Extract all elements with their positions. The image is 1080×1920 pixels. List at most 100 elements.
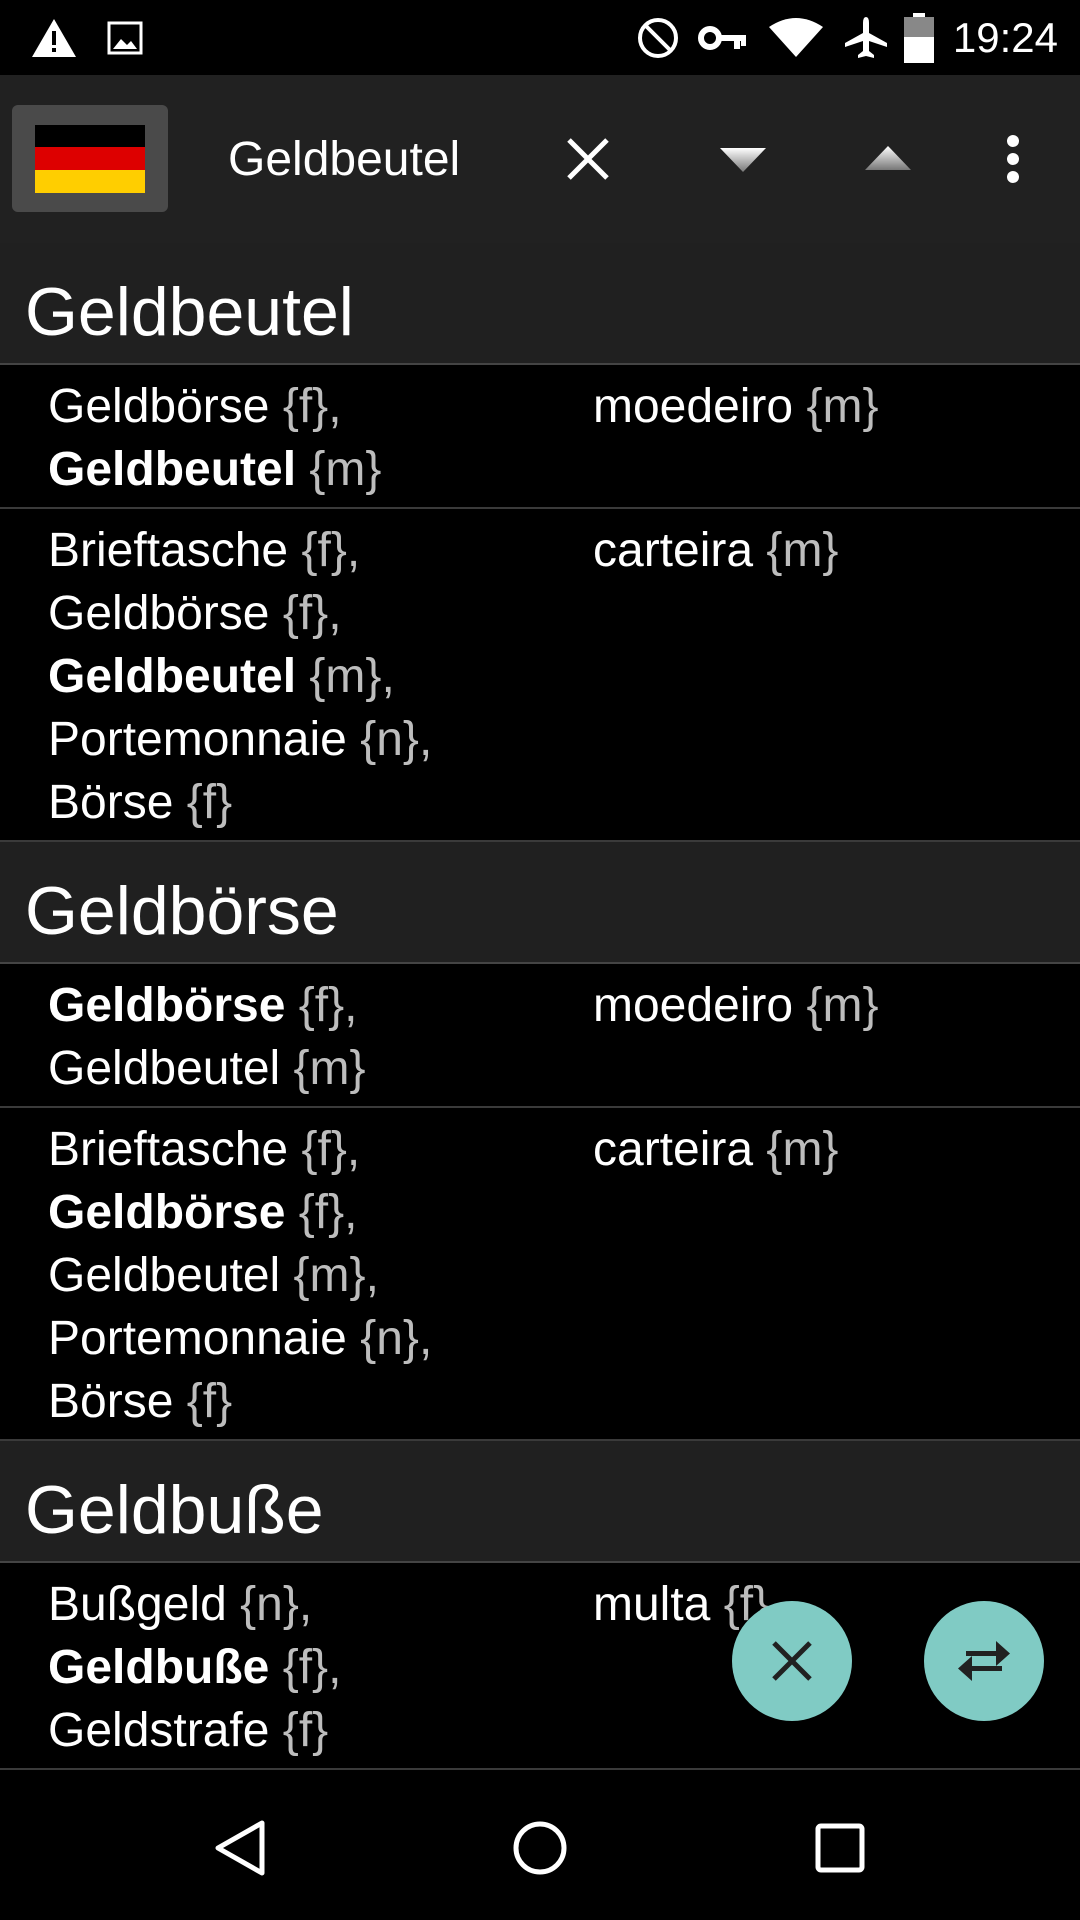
term-word: Geldbörse <box>48 587 270 640</box>
do-not-disturb-icon <box>633 0 683 75</box>
term-separator: , <box>418 713 433 766</box>
term-word: Geldbeutel <box>48 650 297 703</box>
german-terms: Brieftasche {f}, Geldbörse {f}, Geldbeutel… <box>0 1118 545 1433</box>
gender-tag: {f} <box>282 587 329 640</box>
term-word: Portemonnaie <box>48 1312 347 1365</box>
term-line: Geldbörse {f}, <box>48 375 545 438</box>
term-separator: , <box>328 587 342 640</box>
gender-tag: {n} <box>360 1312 419 1365</box>
gender-tag: {m} <box>293 1042 366 1095</box>
term-word: moedeiro <box>593 979 794 1032</box>
term-separator: , <box>418 1312 433 1365</box>
airplane-icon <box>842 0 890 75</box>
previous-up-icon <box>865 146 911 170</box>
back-button[interactable] <box>165 1775 315 1920</box>
more-options-icon <box>1007 135 1019 183</box>
clear-icon <box>567 138 609 180</box>
gender-tag: {m} <box>309 650 382 703</box>
close-icon <box>772 1641 812 1681</box>
term-line: Bußgeld {n}, <box>48 1573 545 1636</box>
term-word: carteira <box>593 1123 754 1176</box>
swap-languages-icon <box>958 1641 1010 1681</box>
search-input[interactable]: Geldbeutel <box>228 75 460 243</box>
translation-row[interactable]: Geldbörse {f}, Geldbeutel {m} moedeiro {m} <box>0 964 1080 1108</box>
term-separator: , <box>365 1249 379 1302</box>
term-word: Geldbuße <box>48 1641 270 1694</box>
recents-button[interactable] <box>765 1775 915 1920</box>
gender-tag: {m} <box>806 979 879 1032</box>
term-word: Brieftasche <box>48 1123 289 1176</box>
gender-tag: {f} <box>301 524 347 577</box>
gender-tag: {n} <box>240 1578 299 1631</box>
term-word: Geldbörse <box>48 1186 286 1239</box>
status-bar: 19:24 <box>0 0 1080 75</box>
term-line: Börse {f} <box>48 771 545 834</box>
term-word: moedeiro <box>593 380 794 433</box>
term-line: Geldbörse {f}, <box>48 582 545 645</box>
home-icon <box>513 1821 567 1874</box>
next-result-button[interactable] <box>688 75 798 243</box>
term-line: Geldstrafe {f} <box>48 1699 545 1762</box>
gender-tag: {m} <box>309 443 382 496</box>
term-word: multa <box>593 1578 711 1631</box>
gender-tag: {n} <box>360 713 419 766</box>
language-selector-button[interactable] <box>12 105 168 212</box>
term-word: Brieftasche <box>48 524 289 577</box>
results-list[interactable]: Geldbeutel Geldbörse {f}, Geldbeutel {m} mo… <box>0 243 1080 1775</box>
term-line: Portemonnaie {n}, <box>48 708 545 771</box>
term-word: Börse <box>48 1375 174 1428</box>
gender-tag: {f} <box>298 1186 345 1239</box>
term-line: Brieftasche {f}, <box>48 1118 545 1181</box>
portuguese-term: moedeiro {m} <box>545 375 1080 501</box>
term-word: carteira <box>593 524 754 577</box>
home-button[interactable] <box>465 1775 615 1920</box>
gender-tag: {m} <box>806 380 879 433</box>
term-word: Geldbeutel <box>48 1042 281 1095</box>
previous-result-button[interactable] <box>833 75 943 243</box>
clear-fab-button[interactable] <box>732 1601 852 1721</box>
term-line: Geldbörse {f}, <box>48 1181 545 1244</box>
term-line: Geldbeutel {m} <box>48 1037 545 1100</box>
translation-row[interactable]: Bußgeld {n}, Geldbuße {f}, Geldstrafe {f} m… <box>0 1563 1080 1770</box>
toolbar: Geldbeutel <box>0 75 1080 243</box>
clear-search-button[interactable] <box>533 75 643 243</box>
term-separator: , <box>344 1186 358 1239</box>
swap-languages-button[interactable] <box>924 1601 1044 1721</box>
more-options-button[interactable] <box>958 75 1068 243</box>
term-word: Geldbeutel <box>48 443 297 496</box>
gender-tag: {m} <box>293 1249 366 1302</box>
translation-row[interactable]: Brieftasche {f}, Geldbörse {f}, Geldbeutel… <box>0 509 1080 842</box>
next-down-icon <box>720 148 766 172</box>
term-line: Geldbeutel {m} <box>48 438 545 501</box>
recents-icon <box>815 1823 865 1872</box>
term-line: Geldbeutel {m}, <box>48 1244 545 1307</box>
term-line: Geldbuße {f}, <box>48 1636 545 1699</box>
term-separator: , <box>344 979 358 1032</box>
term-separator: , <box>298 1578 313 1631</box>
navigation-bar <box>0 1775 1080 1920</box>
german-terms: Bußgeld {n}, Geldbuße {f}, Geldstrafe {f} <box>0 1573 545 1762</box>
warning-icon <box>28 0 80 75</box>
battery-icon <box>902 0 936 75</box>
german-flag-icon <box>35 124 145 193</box>
term-line: Geldbeutel {m}, <box>48 645 545 708</box>
translation-row[interactable]: Brieftasche {f}, Geldbörse {f}, Geldbeutel… <box>0 1108 1080 1441</box>
german-terms: Geldbörse {f}, Geldbeutel {m} <box>0 974 545 1100</box>
gender-tag: {f} <box>282 1704 329 1757</box>
clock: 19:24 <box>952 13 1058 61</box>
term-word: Börse <box>48 776 174 829</box>
back-icon <box>215 1820 265 1875</box>
gender-tag: {f} <box>298 979 345 1032</box>
gender-tag: {f} <box>282 1641 329 1694</box>
term-word: Geldbeutel <box>48 1249 281 1302</box>
gender-tag: {f} <box>301 1123 347 1176</box>
term-line: Geldbörse {f}, <box>48 974 545 1037</box>
term-word: Bußgeld <box>48 1578 227 1631</box>
term-line: Börse {f} <box>48 1370 545 1433</box>
section-header: Geldbörse <box>0 842 1080 964</box>
portuguese-term: carteira {m} <box>545 519 1080 834</box>
term-line: Portemonnaie {n}, <box>48 1307 545 1370</box>
term-separator: , <box>328 380 342 433</box>
translation-row[interactable]: Geldbörse {f}, Geldbeutel {m} moedeiro {m} <box>0 365 1080 509</box>
term-line: Brieftasche {f}, <box>48 519 545 582</box>
